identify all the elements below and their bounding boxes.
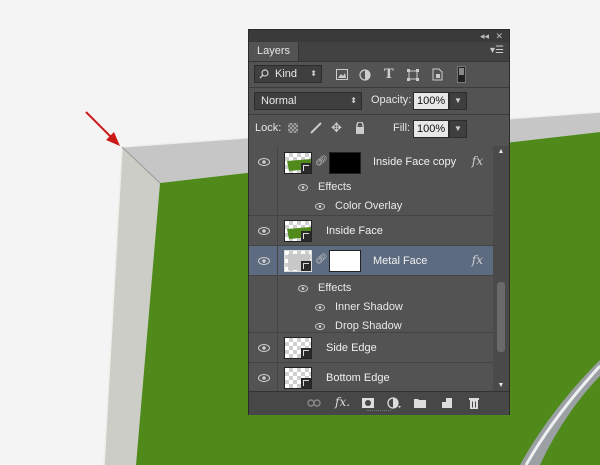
filter-kind-select[interactable]: Kind ⬍ — [254, 65, 322, 83]
adjustment-filter-icon[interactable] — [359, 69, 371, 81]
link-icon[interactable]: 🔗︎ — [315, 156, 328, 167]
trash-icon[interactable] — [467, 397, 481, 409]
collapse-panel-icon[interactable]: ◂◂ — [480, 30, 489, 42]
filter-kind-label: Kind — [275, 68, 298, 80]
eye-icon[interactable] — [315, 323, 325, 330]
effect-color-overlay[interactable]: Color Overlay — [335, 200, 402, 212]
panel-menu-icon[interactable]: ▾☰ — [490, 43, 504, 59]
effects-label: Effects — [318, 181, 352, 193]
eye-icon[interactable] — [315, 203, 325, 210]
lock-position-icon[interactable]: ✥ — [331, 120, 342, 136]
opacity-input[interactable]: 100% — [413, 92, 449, 110]
layer-thumbnail — [284, 220, 312, 242]
fill-dropdown-icon[interactable]: ▼ — [449, 120, 467, 138]
effects-label: Effects — [318, 282, 352, 294]
layer-row-inside-face[interactable]: Inside Face — [249, 216, 493, 246]
lock-icon[interactable] — [355, 122, 365, 134]
link-layers-icon[interactable] — [307, 397, 321, 409]
eye-icon[interactable] — [258, 257, 270, 265]
link-icon[interactable]: 🔗︎ — [315, 254, 328, 265]
blend-mode-value: Normal — [261, 95, 297, 107]
eye-icon[interactable] — [258, 227, 270, 235]
layer-thumbnail — [284, 250, 312, 272]
fx-icon[interactable]: fx — [472, 253, 483, 267]
layer-name[interactable]: Bottom Edge — [326, 372, 390, 384]
layer-name[interactable]: Side Edge — [326, 342, 377, 354]
add-mask-icon[interactable] — [361, 397, 375, 409]
search-icon — [259, 69, 269, 79]
layer-row-inside-face-copy[interactable]: 🔗︎ Inside Face copy fx Effects Color Ove… — [249, 146, 493, 216]
filter-toggle-switch[interactable] — [457, 66, 466, 83]
eye-icon[interactable] — [258, 344, 270, 352]
blend-row: Normal ⬍ Opacity: 100% ▼ — [249, 90, 509, 112]
layer-row-bottom-edge[interactable]: Bottom Edge — [249, 363, 493, 391]
eye-icon[interactable] — [315, 304, 325, 311]
layer-mask-thumbnail — [329, 152, 361, 174]
effect-drop-shadow[interactable]: Drop Shadow — [335, 320, 402, 332]
scroll-down-icon[interactable]: ▼ — [493, 382, 509, 389]
layer-thumbnail — [284, 367, 312, 389]
panel-tab-bar: Layers ▾☰ — [249, 42, 509, 62]
layers-panel: ◂◂ ✕ Layers ▾☰ Kind ⬍ T Normal ⬍ Opacity… — [248, 29, 510, 415]
fill-input[interactable]: 100% — [413, 120, 449, 138]
fill-label: Fill: — [393, 122, 411, 134]
type-filter-icon[interactable]: T — [384, 67, 394, 82]
blend-mode-select[interactable]: Normal ⬍ — [254, 92, 362, 110]
smart-object-filter-icon[interactable] — [432, 68, 443, 81]
new-adjustment-icon[interactable] — [387, 397, 401, 409]
close-panel-icon[interactable]: ✕ — [495, 30, 503, 42]
eye-icon[interactable] — [258, 158, 270, 166]
new-group-icon[interactable] — [413, 397, 427, 409]
layer-name[interactable]: Inside Face copy — [373, 156, 456, 168]
opacity-label: Opacity: — [371, 94, 412, 106]
stepper-icon: ⬍ — [350, 96, 357, 105]
fx-icon[interactable]: fx. — [335, 395, 353, 409]
eye-icon[interactable] — [298, 285, 308, 292]
layer-name[interactable]: Inside Face — [326, 225, 383, 237]
lock-label: Lock: — [255, 122, 282, 134]
new-layer-icon[interactable] — [440, 397, 454, 409]
fx-icon[interactable]: fx — [472, 154, 483, 168]
layer-mask-thumbnail — [329, 250, 361, 272]
scrollbar-thumb[interactable] — [497, 282, 505, 352]
scroll-up-icon[interactable]: ▲ — [493, 148, 509, 155]
shape-filter-icon[interactable] — [407, 69, 419, 81]
layer-name[interactable]: Metal Face — [373, 255, 427, 267]
lock-row: Lock: ✥ Fill: 100% ▼ — [249, 119, 509, 141]
panel-top-strip: ◂◂ ✕ — [249, 30, 509, 42]
panel-resize-grip[interactable] — [367, 410, 391, 413]
layer-row-metal-face[interactable]: 🔗︎ Metal Face fx — [249, 246, 493, 276]
tab-layers[interactable]: Layers — [249, 42, 300, 61]
stepper-icon: ⬍ — [310, 69, 317, 78]
effect-inner-shadow[interactable]: Inner Shadow — [335, 301, 403, 313]
layers-list: 🔗︎ Inside Face copy fx Effects Color Ove… — [249, 146, 493, 391]
filter-row: Kind ⬍ T — [249, 64, 509, 86]
layer-thumbnail — [284, 152, 312, 174]
eye-icon[interactable] — [258, 374, 270, 382]
image-filter-icon[interactable] — [336, 69, 348, 80]
layer-row-side-edge[interactable]: Side Edge — [249, 333, 493, 363]
layer-thumbnail — [284, 337, 312, 359]
lock-transparent-icon[interactable] — [288, 123, 298, 133]
layers-scrollbar[interactable]: ▲ ▼ — [493, 146, 509, 391]
layer-effects-metal-face: Effects Inner Shadow Drop Shadow — [249, 276, 493, 333]
eye-icon[interactable] — [298, 184, 308, 191]
opacity-dropdown-icon[interactable]: ▼ — [449, 92, 467, 110]
lock-image-icon[interactable] — [310, 122, 322, 134]
